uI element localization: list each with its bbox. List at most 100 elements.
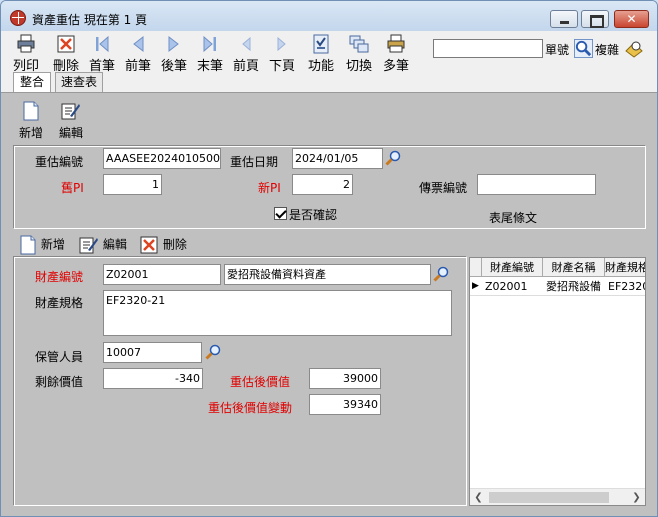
custodian-label: 保管人員 — [35, 350, 84, 364]
detail-edit-label: 編輯 — [102, 237, 127, 252]
printer-icon — [17, 34, 35, 53]
maximize-button[interactable] — [581, 10, 609, 28]
revaluation-number-field[interactable]: AAASEE202401050001 — [103, 148, 221, 169]
table-row[interactable]: ▶ Z02001 愛招飛設備 EF2320-21 — [470, 277, 645, 296]
revalued-value-change-field[interactable]: 39340 — [309, 394, 381, 415]
single-number-label: 單號 — [545, 43, 570, 57]
main-window: 資產重估 現在第 1 頁 ✕ 列印 刪除 首筆 前筆 後筆 末筆 前頁 下頁 功… — [0, 0, 658, 517]
first-record-icon — [96, 35, 109, 53]
delete-icon — [57, 35, 75, 53]
last-record-label: 末筆 — [196, 59, 223, 74]
voucher-number-label: 傳票編號 — [419, 181, 468, 195]
custodian-field[interactable]: 10007 — [103, 342, 202, 363]
detail-new-document-icon — [20, 235, 36, 255]
last-record-button[interactable]: 末筆 — [195, 34, 225, 74]
close-icon: ✕ — [626, 12, 637, 26]
detail-new-button[interactable]: 新增 — [19, 235, 71, 255]
previous-page-label: 前頁 — [232, 59, 259, 74]
grid-header: 財產編號 財產名稱 財產規格 — [470, 258, 645, 277]
revaluation-date-field[interactable]: 2024/01/05 — [292, 148, 383, 169]
header-edit-label: 編輯 — [58, 126, 83, 140]
old-pi-field[interactable]: 1 — [103, 174, 162, 195]
asset-lookup-magnifier-icon[interactable] — [433, 266, 449, 282]
edit-icon — [61, 103, 80, 120]
revaluation-number-label: 重估編號 — [35, 155, 84, 169]
residual-value-field[interactable]: -340 — [103, 368, 203, 389]
next-page-icon — [277, 36, 286, 52]
revalued-value-change-label: 重估後價值變動 — [208, 401, 293, 415]
grid-horizontal-scrollbar[interactable]: ❮ ❯ — [470, 488, 645, 505]
print-button[interactable]: 列印 — [11, 34, 41, 74]
next-page-label: 下頁 — [268, 59, 295, 74]
date-lookup-magnifier-icon[interactable] — [385, 150, 401, 166]
minimize-button[interactable] — [550, 10, 578, 28]
header-new-label: 新增 — [18, 126, 43, 140]
scroll-left-icon[interactable]: ❮ — [470, 489, 487, 506]
grid-column-header[interactable]: 財產規格 — [605, 258, 645, 277]
voucher-number-field[interactable] — [477, 174, 596, 195]
grid-cell[interactable]: EF2320-21 — [605, 277, 645, 296]
asset-name-field[interactable]: 愛招飛設備資料資產 — [224, 264, 431, 285]
footer-text-label[interactable]: 表尾條文 — [489, 209, 537, 226]
first-record-button[interactable]: 首筆 — [87, 34, 117, 74]
grid-column-header[interactable]: 財產名稱 — [543, 258, 605, 277]
confirmed-label: 是否確認 — [289, 208, 338, 222]
new-pi-label: 新PI — [258, 181, 281, 195]
switch-button[interactable]: 切換 — [344, 34, 374, 74]
function-label: 功能 — [307, 59, 334, 74]
search-icon[interactable] — [574, 39, 593, 58]
scroll-thumb[interactable] — [489, 492, 609, 503]
detail-new-label: 新增 — [40, 237, 65, 252]
previous-record-icon — [133, 35, 144, 53]
complex-search-label[interactable]: 複雜 — [595, 41, 619, 58]
asset-spec-label: 財產規格 — [35, 296, 84, 310]
multi-record-icon — [387, 34, 405, 53]
close-button[interactable]: ✕ — [614, 10, 649, 28]
grid-column-header[interactable]: 財產編號 — [482, 258, 543, 277]
row-pointer-icon: ▶ — [472, 281, 479, 291]
function-icon — [313, 34, 329, 54]
app-icon — [10, 10, 26, 26]
new-pi-field[interactable]: 2 — [292, 174, 353, 195]
next-record-label: 後筆 — [160, 59, 187, 74]
order-number-search-input[interactable] — [433, 39, 543, 58]
revalued-value-field[interactable]: 39000 — [309, 368, 381, 389]
previous-page-button[interactable]: 前頁 — [231, 34, 261, 74]
old-pi-label: 舊PI — [61, 181, 84, 195]
detail-delete-icon — [140, 236, 158, 254]
previous-record-label: 前筆 — [124, 59, 151, 74]
scroll-right-icon[interactable]: ❯ — [628, 489, 645, 506]
next-record-button[interactable]: 後筆 — [159, 34, 189, 74]
tab-integrated[interactable]: 整合 — [13, 72, 51, 93]
detail-delete-label: 刪除 — [162, 237, 187, 252]
previous-record-button[interactable]: 前筆 — [123, 34, 153, 74]
residual-value-label: 剩餘價值 — [35, 375, 84, 389]
multi-record-label: 多筆 — [382, 59, 409, 74]
detail-delete-button[interactable]: 刪除 — [139, 235, 193, 255]
function-button[interactable]: 功能 — [306, 34, 336, 74]
last-record-icon — [203, 35, 216, 53]
multi-record-button[interactable]: 多筆 — [381, 34, 411, 74]
header-new-button[interactable]: 新增 — [15, 101, 47, 141]
grid-cell[interactable]: Z02001 — [482, 277, 543, 296]
title-bar[interactable]: 資產重估 現在第 1 頁 ✕ — [1, 1, 657, 31]
custodian-lookup-magnifier-icon[interactable] — [205, 344, 221, 360]
next-page-button[interactable]: 下頁 — [267, 34, 297, 74]
previous-page-icon — [242, 36, 251, 52]
header-edit-button[interactable]: 編輯 — [55, 101, 87, 141]
next-record-icon — [168, 35, 179, 53]
delete-button[interactable]: 刪除 — [51, 34, 81, 74]
asset-number-label: 財產編號 — [35, 270, 84, 284]
asset-number-field[interactable]: Z02001 — [103, 264, 221, 285]
detail-edit-icon — [79, 237, 98, 254]
revalued-value-label: 重估後價值 — [230, 375, 291, 389]
tab-quick-lookup[interactable]: 速查表 — [55, 72, 103, 93]
asset-grid[interactable]: 財產編號 財產名稱 財產規格 ▶ Z02001 愛招飛設備 EF2320-21 … — [469, 257, 646, 506]
grid-row-header-corner — [470, 258, 482, 277]
grid-cell[interactable]: 愛招飛設備 — [543, 277, 605, 296]
confirmed-checkbox[interactable] — [274, 207, 287, 220]
detail-edit-button[interactable]: 編輯 — [79, 235, 133, 255]
revaluation-date-label: 重估日期 — [230, 155, 279, 169]
advanced-search-icon[interactable] — [624, 39, 644, 59]
asset-spec-field[interactable]: EF2320-21 — [103, 290, 452, 336]
